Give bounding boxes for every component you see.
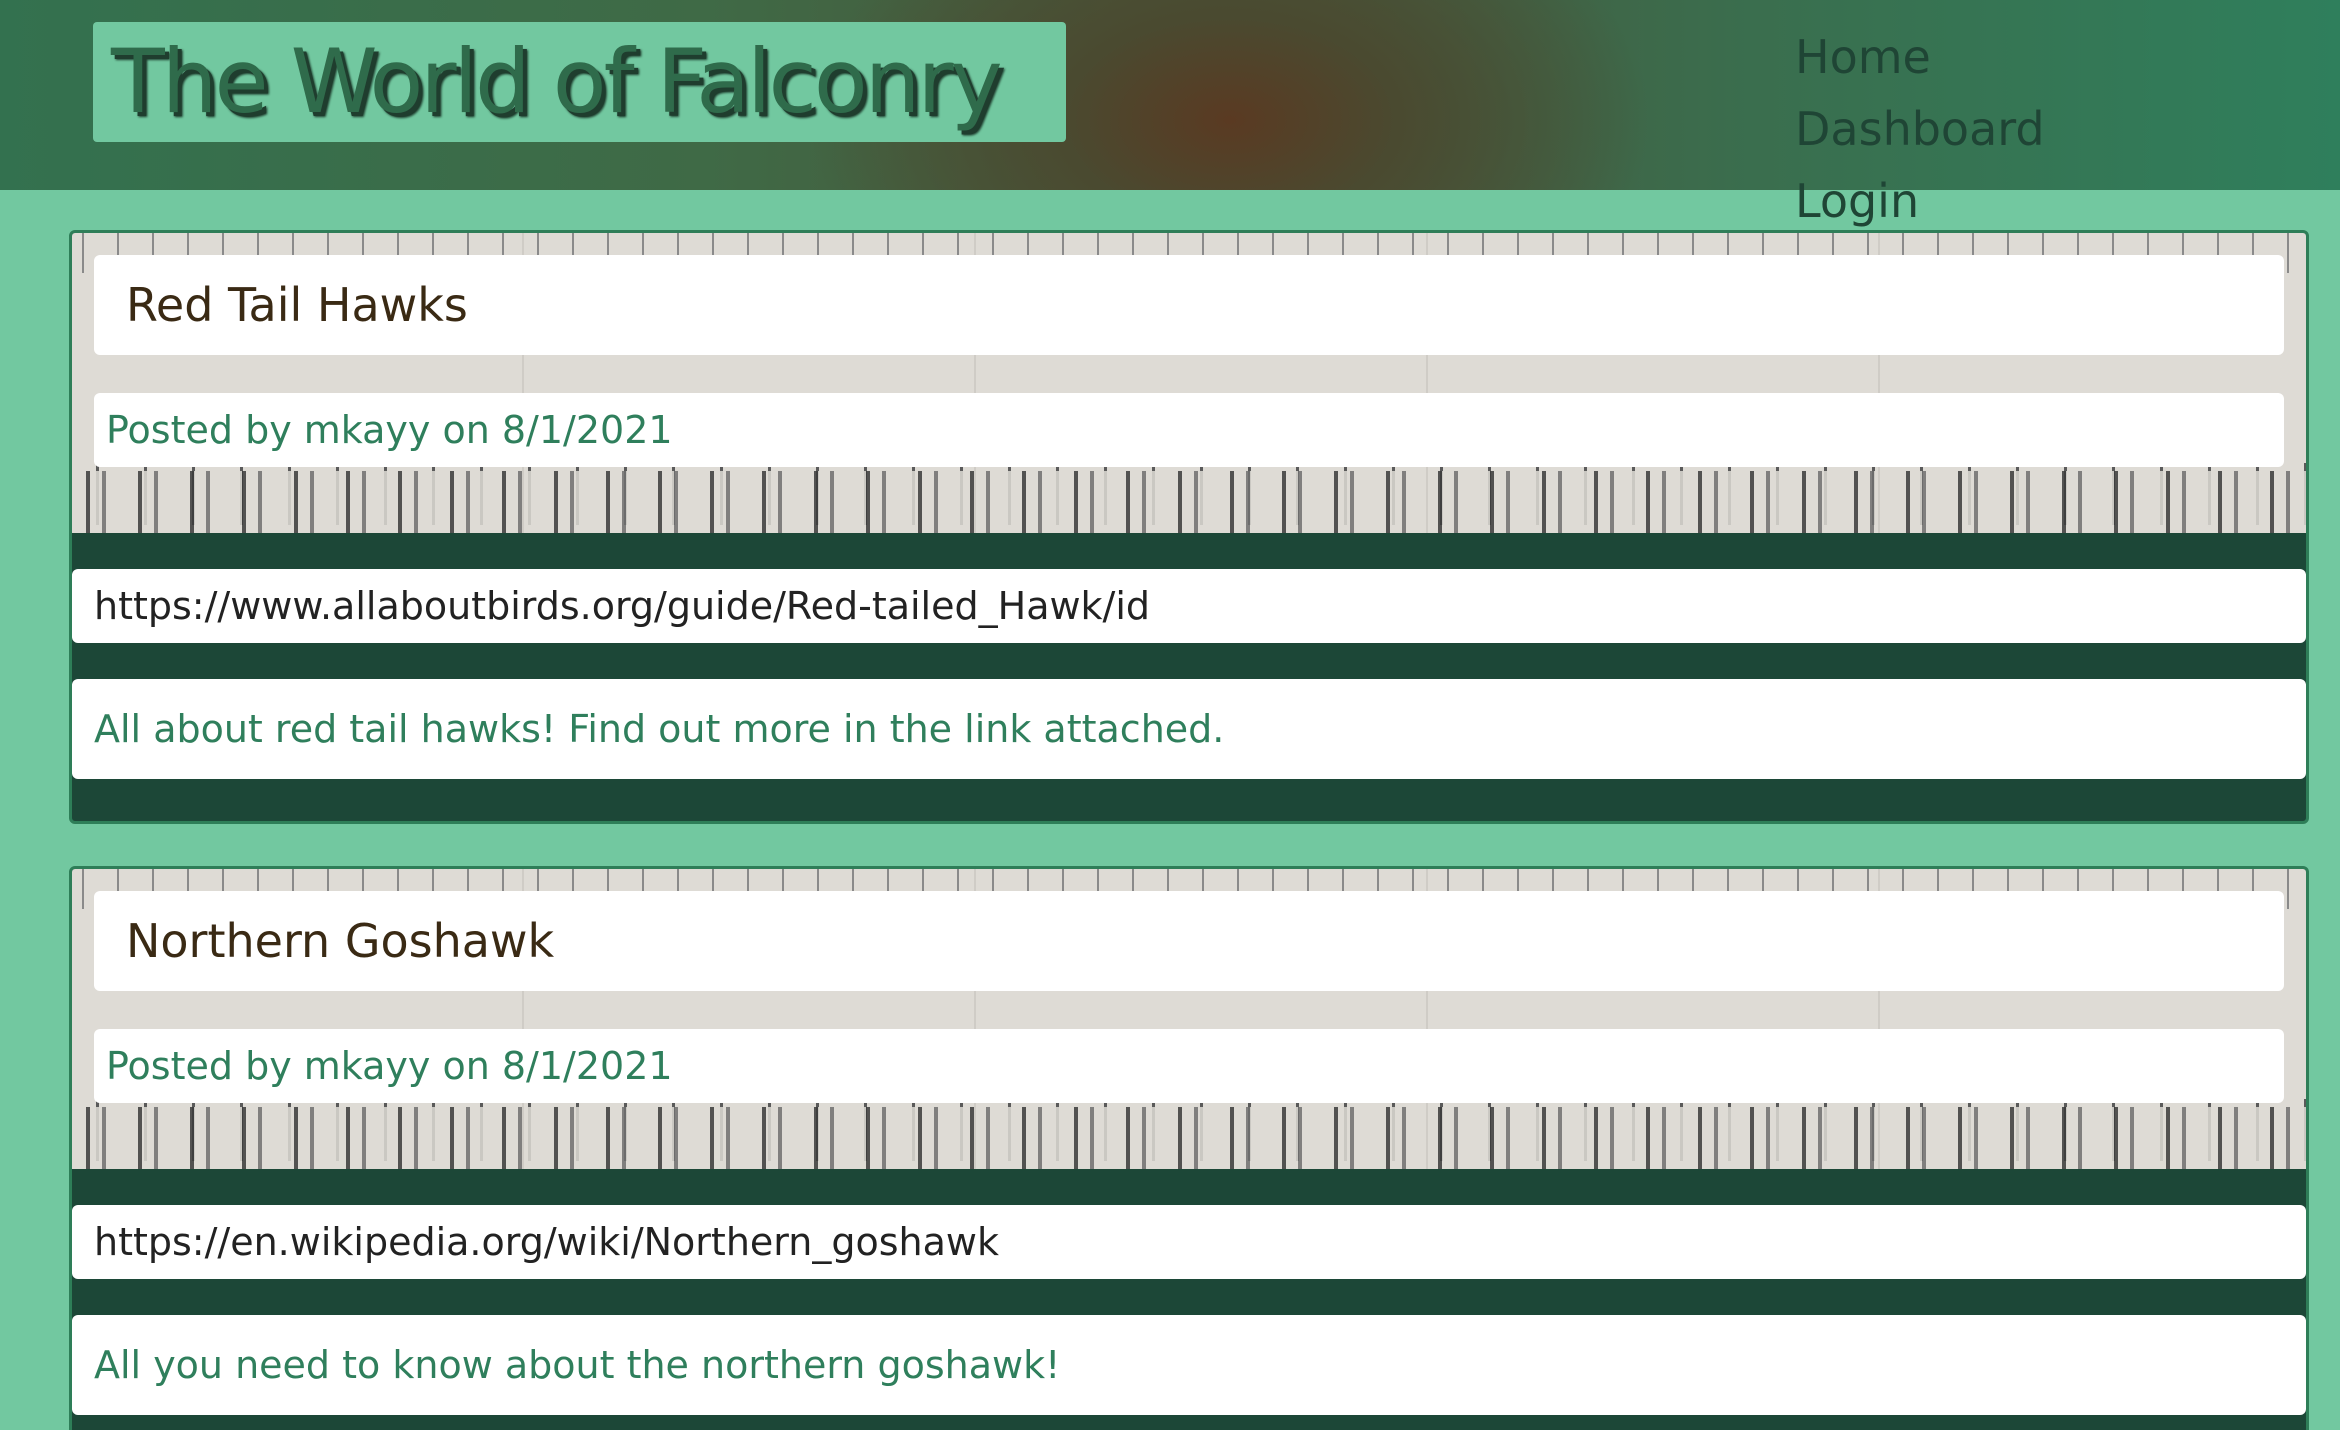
post-author-date: Posted by mkayy on 8/1/2021 <box>94 1029 2284 1103</box>
post-title[interactable]: Northern Goshawk <box>94 891 2284 991</box>
post-card: Red Tail Hawks Posted by mkayy on 8/1/20… <box>69 230 2309 824</box>
post-card: Northern Goshawk Posted by mkayy on 8/1/… <box>69 866 2309 1430</box>
nav-home-link[interactable]: Home <box>1795 28 1931 86</box>
main-nav: Home Dashboard Login <box>1795 28 2215 244</box>
site-header: The World of Falconry Home Dashboard Logi… <box>0 0 2340 228</box>
post-header-feather-banner: Northern Goshawk Posted by mkayy on 8/1/… <box>72 869 2306 1169</box>
post-description: All about red tail hawks! Find out more … <box>72 679 2306 779</box>
nav-dashboard-link[interactable]: Dashboard <box>1795 100 2045 158</box>
post-description: All you need to know about the northern … <box>72 1315 2306 1415</box>
post-link[interactable]: https://en.wikipedia.org/wiki/Northern_g… <box>72 1205 2306 1279</box>
post-title[interactable]: Red Tail Hawks <box>94 255 2284 355</box>
post-header-feather-banner: Red Tail Hawks Posted by mkayy on 8/1/20… <box>72 233 2306 533</box>
post-author-date: Posted by mkayy on 8/1/2021 <box>94 393 2284 467</box>
site-title[interactable]: The World of Falconry <box>93 22 1066 142</box>
post-link[interactable]: https://www.allaboutbirds.org/guide/Red-… <box>72 569 2306 643</box>
nav-login-link[interactable]: Login <box>1795 172 1919 230</box>
